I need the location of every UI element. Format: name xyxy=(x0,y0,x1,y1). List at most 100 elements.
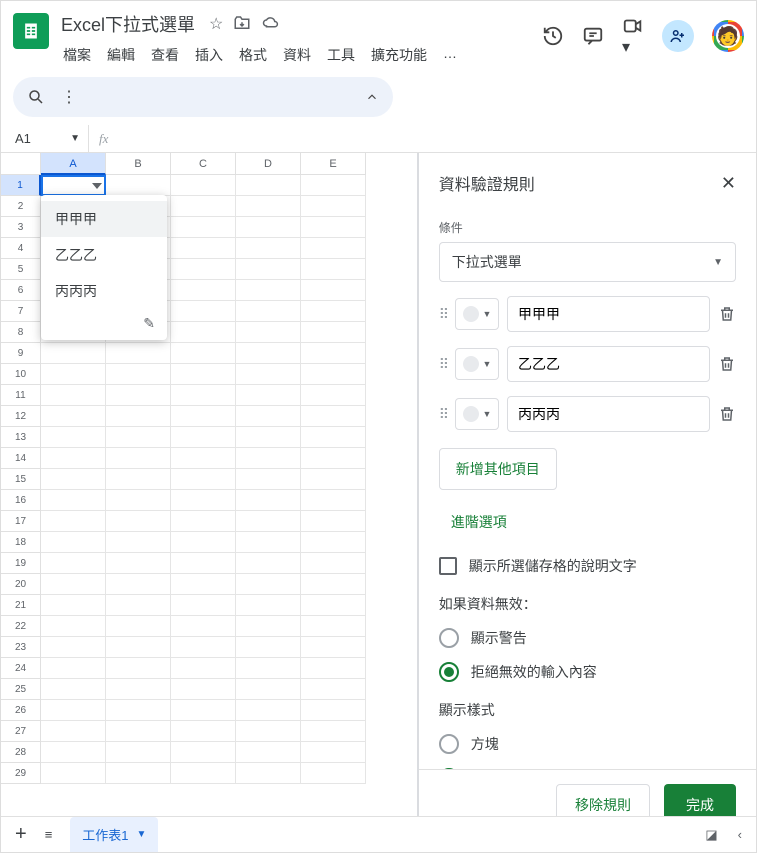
cell[interactable] xyxy=(171,700,236,721)
cell[interactable] xyxy=(171,364,236,385)
cell[interactable] xyxy=(106,511,171,532)
cell[interactable] xyxy=(171,259,236,280)
cell[interactable] xyxy=(301,364,366,385)
star-icon[interactable]: ☆ xyxy=(209,14,223,34)
cell[interactable] xyxy=(106,658,171,679)
item-input[interactable] xyxy=(507,296,710,332)
cell[interactable] xyxy=(41,595,106,616)
add-item-button[interactable]: 新增其他項目 xyxy=(439,448,557,490)
menu-item[interactable]: 查看 xyxy=(145,41,185,69)
menu-item[interactable]: 工具 xyxy=(321,41,361,69)
cell[interactable] xyxy=(301,322,366,343)
delete-item-icon[interactable] xyxy=(718,355,736,373)
cell[interactable] xyxy=(301,763,366,784)
cell[interactable] xyxy=(301,343,366,364)
cell[interactable] xyxy=(41,532,106,553)
cell[interactable] xyxy=(106,679,171,700)
cell[interactable] xyxy=(236,259,301,280)
cell[interactable] xyxy=(301,721,366,742)
row-header[interactable]: 4 xyxy=(1,238,41,259)
cell[interactable] xyxy=(171,763,236,784)
cell[interactable] xyxy=(41,343,106,364)
row-header[interactable]: 22 xyxy=(1,616,41,637)
column-header[interactable]: C xyxy=(171,153,236,175)
cell[interactable] xyxy=(301,616,366,637)
cell[interactable] xyxy=(301,595,366,616)
menu-item[interactable]: … xyxy=(437,41,463,69)
cell[interactable] xyxy=(171,280,236,301)
cell[interactable] xyxy=(301,700,366,721)
cell[interactable] xyxy=(41,763,106,784)
cell[interactable] xyxy=(171,616,236,637)
row-header[interactable]: 25 xyxy=(1,679,41,700)
invalid-radio[interactable]: 顯示警告 xyxy=(439,628,736,648)
row-header[interactable]: 14 xyxy=(1,448,41,469)
cell[interactable] xyxy=(301,427,366,448)
cell[interactable] xyxy=(41,721,106,742)
cell[interactable] xyxy=(236,616,301,637)
invalid-radio[interactable]: 拒絕無效的輸入內容 xyxy=(439,662,736,682)
cell[interactable] xyxy=(106,574,171,595)
column-header[interactable]: E xyxy=(301,153,366,175)
add-sheet-icon[interactable]: + xyxy=(15,823,27,846)
cell[interactable] xyxy=(236,763,301,784)
cell[interactable] xyxy=(41,616,106,637)
cell[interactable] xyxy=(171,238,236,259)
condition-select[interactable]: 下拉式選單▼ xyxy=(439,242,736,282)
cell[interactable] xyxy=(301,658,366,679)
cell[interactable] xyxy=(41,574,106,595)
drag-handle-icon[interactable]: ⠿ xyxy=(439,406,447,423)
cell[interactable] xyxy=(301,301,366,322)
cell[interactable] xyxy=(236,658,301,679)
cell[interactable] xyxy=(171,511,236,532)
cell[interactable] xyxy=(236,238,301,259)
cell[interactable] xyxy=(236,175,301,196)
cell[interactable] xyxy=(171,721,236,742)
menu-item[interactable]: 插入 xyxy=(189,41,229,69)
sheet-tab[interactable]: 工作表1▼ xyxy=(70,817,158,852)
column-header[interactable]: A xyxy=(41,153,106,175)
row-header[interactable]: 15 xyxy=(1,469,41,490)
menu-item[interactable]: 資料 xyxy=(277,41,317,69)
cell[interactable] xyxy=(171,196,236,217)
cell[interactable] xyxy=(41,679,106,700)
cell[interactable] xyxy=(301,385,366,406)
row-header[interactable]: 26 xyxy=(1,700,41,721)
explore-icon[interactable]: ◪ xyxy=(705,827,717,843)
edit-dropdown-icon[interactable]: ✎ xyxy=(41,309,167,334)
row-header[interactable]: 27 xyxy=(1,721,41,742)
row-header[interactable]: 11 xyxy=(1,385,41,406)
cell[interactable] xyxy=(171,490,236,511)
cell[interactable] xyxy=(171,532,236,553)
cell[interactable] xyxy=(236,280,301,301)
item-input[interactable] xyxy=(507,396,710,432)
row-header[interactable]: 10 xyxy=(1,364,41,385)
cell[interactable] xyxy=(301,238,366,259)
cell[interactable] xyxy=(171,595,236,616)
cell[interactable] xyxy=(236,385,301,406)
color-chip[interactable]: ▼ xyxy=(455,298,499,330)
cell[interactable] xyxy=(236,721,301,742)
cell[interactable] xyxy=(236,343,301,364)
history-icon[interactable] xyxy=(542,25,564,47)
cell[interactable] xyxy=(171,658,236,679)
cell[interactable] xyxy=(41,490,106,511)
cell[interactable] xyxy=(236,742,301,763)
show-help-checkbox[interactable] xyxy=(439,557,457,575)
drag-handle-icon[interactable]: ⠿ xyxy=(439,306,447,323)
cell[interactable] xyxy=(41,175,106,196)
cloud-icon[interactable] xyxy=(261,14,281,34)
cell[interactable] xyxy=(171,679,236,700)
cell[interactable] xyxy=(171,343,236,364)
row-header[interactable]: 7 xyxy=(1,301,41,322)
cell[interactable] xyxy=(236,679,301,700)
cell[interactable] xyxy=(41,700,106,721)
dropdown-option[interactable]: 甲甲甲 xyxy=(41,201,167,237)
row-header[interactable]: 12 xyxy=(1,406,41,427)
cell[interactable] xyxy=(106,532,171,553)
cell[interactable] xyxy=(41,553,106,574)
cell[interactable] xyxy=(106,385,171,406)
style-radio[interactable]: 方塊 xyxy=(439,734,736,754)
cell[interactable] xyxy=(171,175,236,196)
cell[interactable] xyxy=(41,637,106,658)
